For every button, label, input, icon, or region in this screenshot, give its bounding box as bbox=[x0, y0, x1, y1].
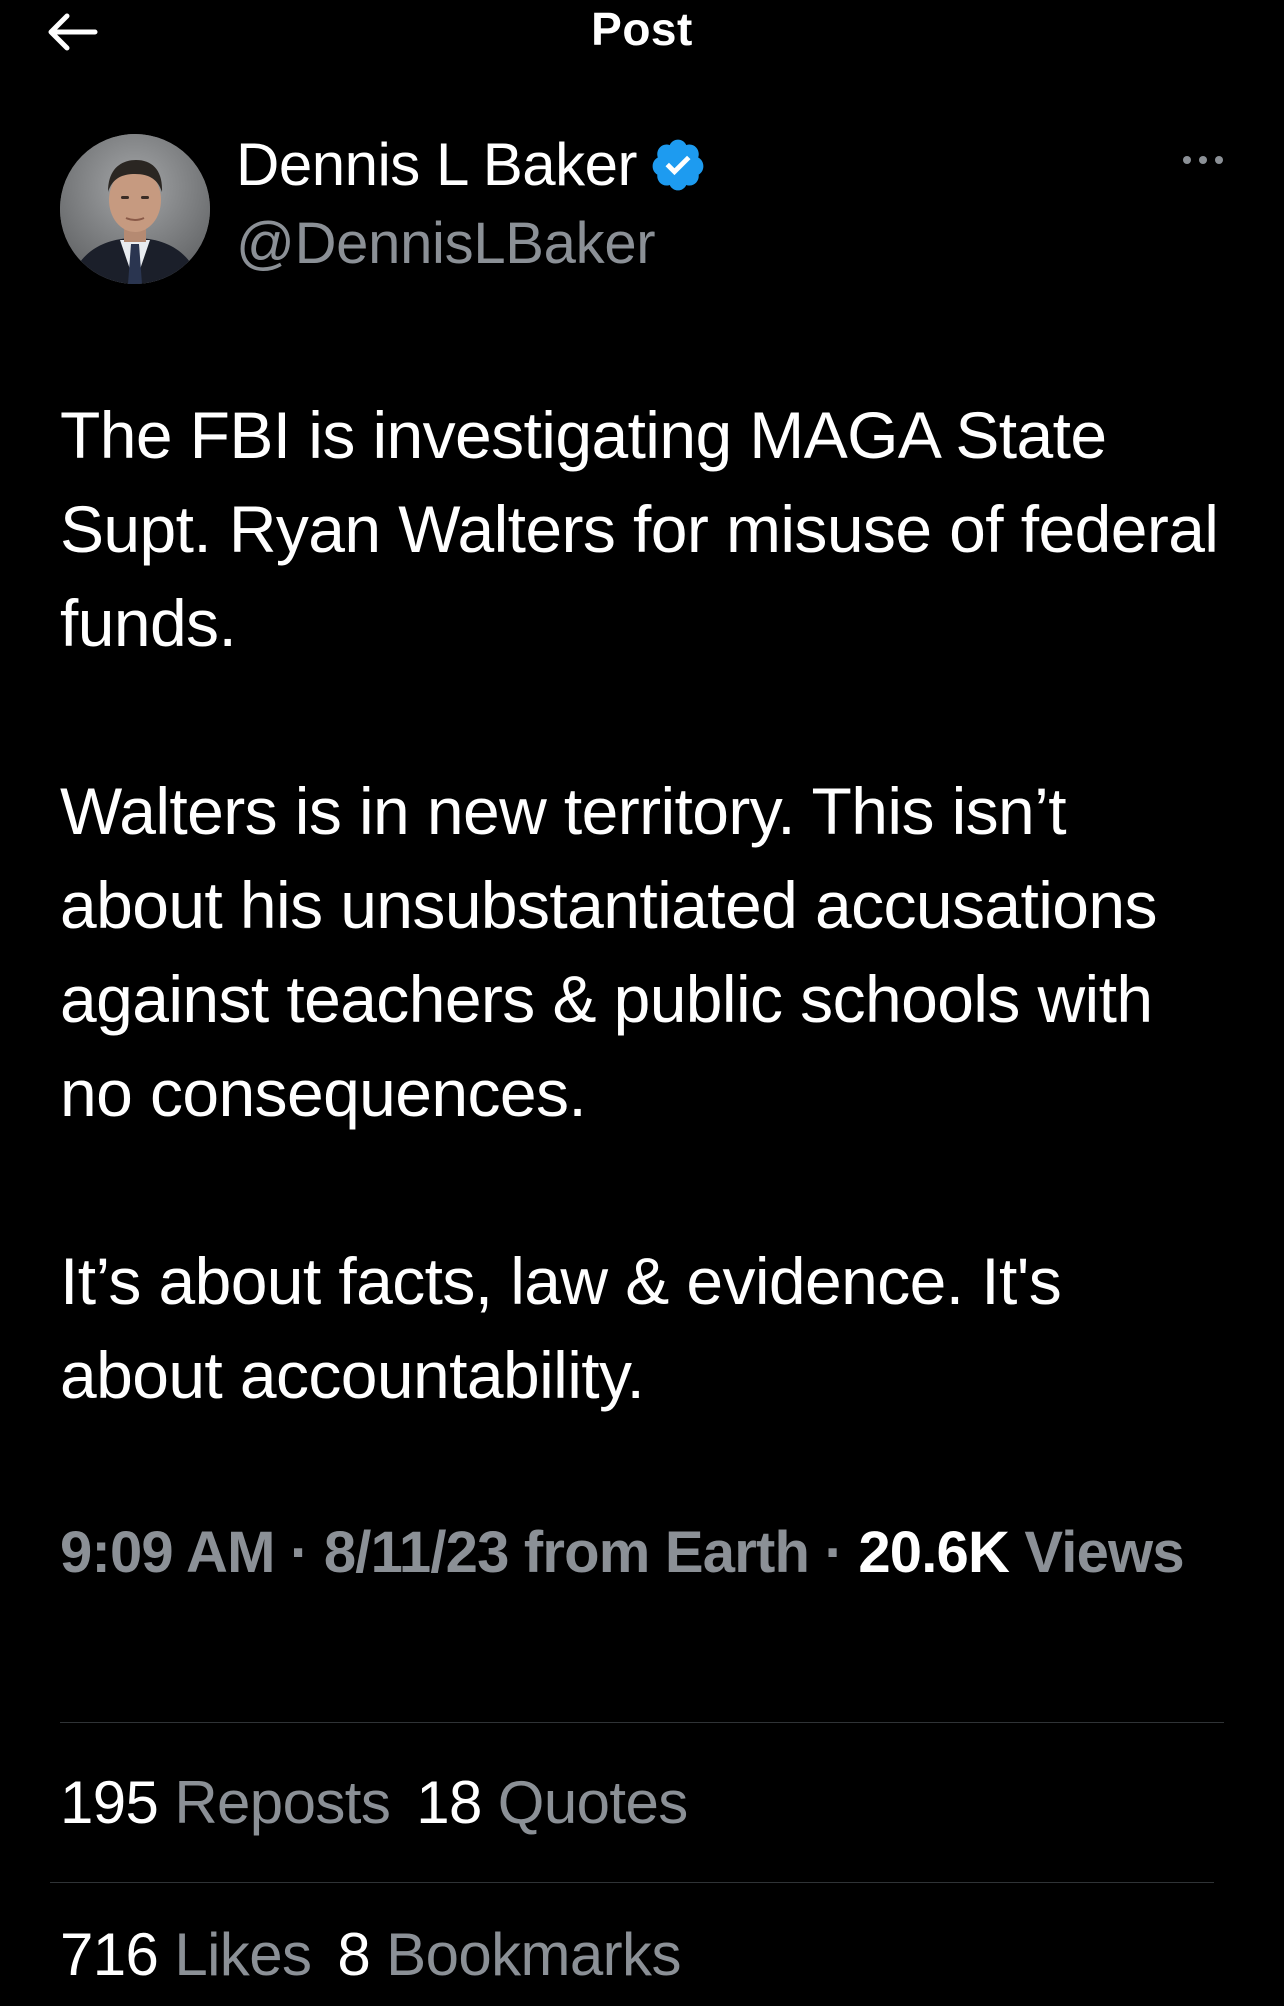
post-source: from Earth bbox=[523, 1520, 810, 1585]
bookmarks-stat[interactable]: 8 Bookmarks bbox=[337, 1920, 681, 1989]
avatar[interactable] bbox=[60, 134, 210, 284]
author-handle[interactable]: @DennisLBaker bbox=[236, 210, 656, 277]
quotes-stat[interactable]: 18 Quotes bbox=[416, 1768, 688, 1837]
author-name: Dennis L Baker bbox=[236, 131, 638, 198]
engagement-row-reposts: 195 Reposts 18 Quotes bbox=[60, 1768, 714, 1837]
divider bbox=[60, 1722, 1224, 1723]
post-time[interactable]: 9:09 AM bbox=[60, 1520, 275, 1585]
engagement-row-likes: 716 Likes 8 Bookmarks bbox=[60, 1920, 707, 1989]
post-metadata: 9:09 AM · 8/11/23 from Earth · 20.6K Vie… bbox=[60, 1512, 1240, 1594]
post-paragraph: The FBI is investigating MAGA State Supt… bbox=[60, 398, 1219, 660]
likes-count: 716 bbox=[60, 1921, 159, 1988]
avatar-image bbox=[60, 134, 210, 284]
top-bar: Post bbox=[0, 0, 1284, 70]
post-text: The FBI is investigating MAGA State Supt… bbox=[60, 388, 1240, 1422]
quotes-count: 18 bbox=[416, 1769, 482, 1836]
reposts-label: Reposts bbox=[174, 1769, 391, 1836]
likes-stat[interactable]: 716 Likes bbox=[60, 1920, 312, 1989]
separator: · bbox=[289, 1520, 309, 1585]
likes-label: Likes bbox=[174, 1921, 312, 1988]
quotes-label: Quotes bbox=[497, 1769, 688, 1836]
verified-badge-icon bbox=[652, 139, 704, 190]
reposts-count: 195 bbox=[60, 1769, 159, 1836]
post-date[interactable]: 8/11/23 bbox=[324, 1520, 510, 1585]
post-paragraph: Walters is in new territory. This isn’t … bbox=[60, 774, 1158, 1130]
more-horizontal-icon bbox=[1183, 156, 1223, 164]
bookmarks-label: Bookmarks bbox=[386, 1921, 681, 1988]
more-options-button[interactable] bbox=[1168, 140, 1238, 180]
bookmarks-count: 8 bbox=[337, 1921, 371, 1988]
divider bbox=[50, 1882, 1214, 1883]
reposts-stat[interactable]: 195 Reposts bbox=[60, 1768, 391, 1837]
post-author: Dennis L Baker @DennisLBaker bbox=[60, 131, 1230, 284]
separator: · bbox=[824, 1520, 843, 1585]
post-paragraph: It’s about facts, law & evidence. It's a… bbox=[60, 1244, 1062, 1412]
views-label: Views bbox=[1024, 1520, 1184, 1585]
views-count: 20.6K bbox=[858, 1520, 1010, 1585]
author-name-row[interactable]: Dennis L Baker bbox=[236, 130, 707, 199]
page-title: Post bbox=[591, 3, 693, 55]
